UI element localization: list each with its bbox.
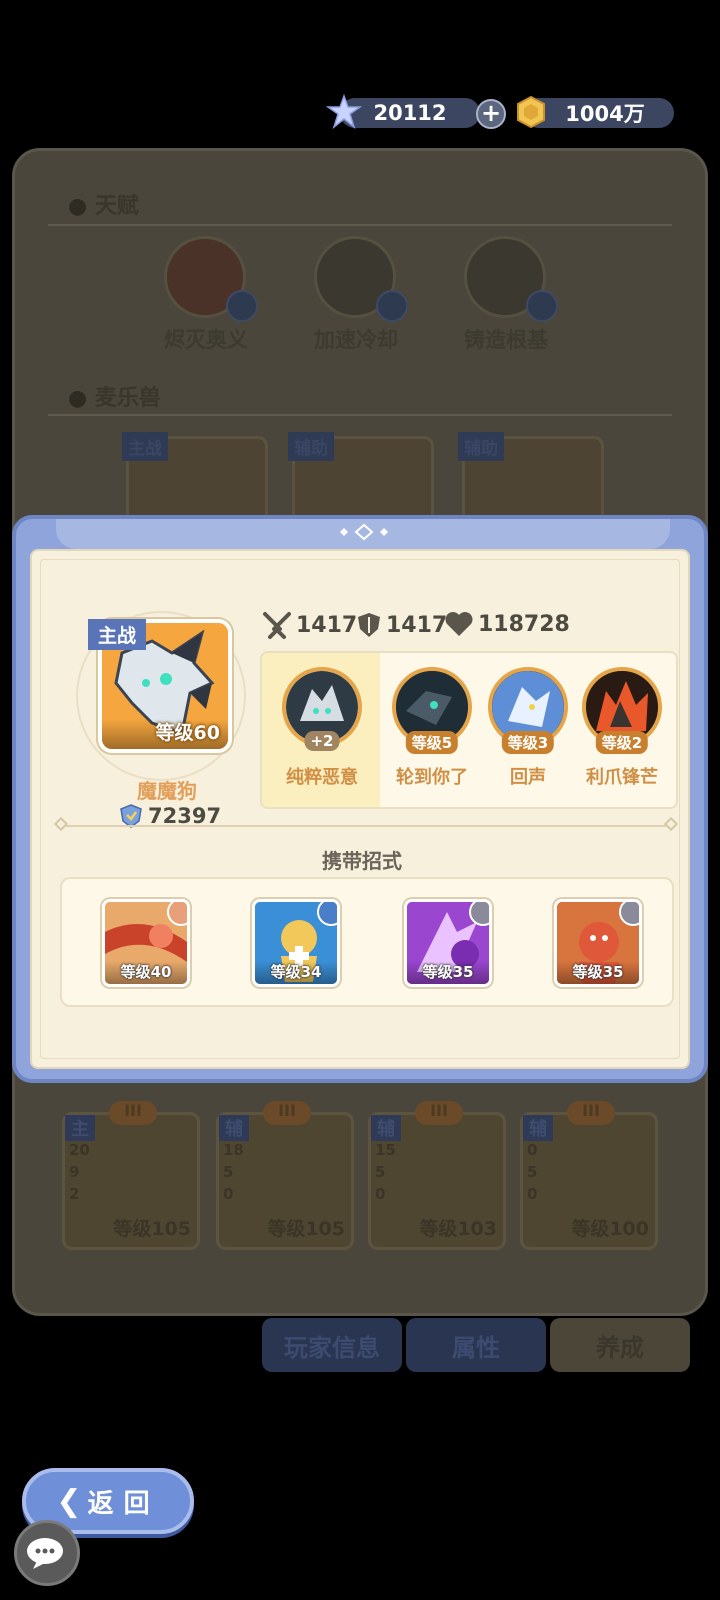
skill-panel: +2 纯粹恶意 等级5 轮到你了 等级3 回声 等级2 利爪锋芒 xyxy=(260,651,678,809)
team-card-tag: 辅 xyxy=(371,1115,401,1141)
move-2-level: 等级34 xyxy=(255,961,337,984)
team-card-rank: III xyxy=(567,1101,615,1125)
pet-level: 等级60 xyxy=(155,722,220,744)
move-1[interactable]: 等级40 xyxy=(102,899,190,987)
move-3[interactable]: 等级35 xyxy=(404,899,492,987)
team-card-tag: 辅 xyxy=(523,1115,553,1141)
talent-label-2: 加速冷却 xyxy=(314,328,398,352)
link-type-icon xyxy=(619,902,639,926)
team-card-2[interactable]: 辅 III 18 5 0 等级105 xyxy=(216,1101,354,1250)
talent-label-3: 铸造根基 xyxy=(464,328,548,352)
moves-panel: 等级40 等级34 等级35 等级35 xyxy=(60,877,674,1007)
defense-value: 1417 xyxy=(386,612,448,638)
team-card-level: 等级100 xyxy=(571,1218,649,1240)
talent-2-search-icon[interactable] xyxy=(376,290,408,322)
tab-cultivate[interactable]: 养成 xyxy=(550,1318,690,1372)
pet-detail-modal: 等级60 主战 魔魔狗 72397 1417 1417 118728 +2 纯粹… xyxy=(12,515,708,1083)
skill-1-name: 纯粹恶意 xyxy=(286,767,358,788)
pet-name: 魔魔狗 xyxy=(137,779,197,803)
attack-value: 1417 xyxy=(296,612,358,638)
heart-icon xyxy=(445,612,473,636)
beast-tag-1: 主战 xyxy=(122,432,168,461)
skill-3-name: 回声 xyxy=(510,767,546,788)
team-card-level: 等级105 xyxy=(113,1218,191,1240)
team-card-tag: 辅 xyxy=(219,1115,249,1141)
gold-amount: 1004万 xyxy=(565,102,645,126)
gold-coin-icon xyxy=(517,95,545,129)
talent-divider xyxy=(48,224,672,226)
team-card-stats: 050 xyxy=(527,1141,538,1203)
skill-3-badge: 等级3 xyxy=(501,731,555,754)
move-4-level: 等级35 xyxy=(557,961,639,984)
team-card-stats: 20 9 2 xyxy=(69,1141,90,1203)
back-arrow-icon: ❮ xyxy=(56,1483,82,1519)
skill-3[interactable]: 等级3 回声 xyxy=(478,667,578,789)
beast-tag-2: 辅助 xyxy=(288,432,334,461)
move-3-level: 等级35 xyxy=(407,961,489,984)
team-card-rank: III xyxy=(415,1101,463,1125)
skill-2-name: 轮到你了 xyxy=(396,767,468,788)
section-divider xyxy=(66,825,666,827)
moves-title: 携带招式 xyxy=(322,849,402,873)
move-1-level: 等级40 xyxy=(105,961,187,984)
modal-ornament-icon xyxy=(340,523,388,541)
skill-4-name: 利爪锋芒 xyxy=(586,767,658,788)
talent-1-search-icon[interactable] xyxy=(226,290,258,322)
attack-type-icon xyxy=(167,902,187,926)
skill-1[interactable]: +2 纯粹恶意 xyxy=(272,667,372,789)
skill-2-badge: 等级5 xyxy=(405,731,459,754)
skill-2[interactable]: 等级5 轮到你了 xyxy=(382,667,482,789)
team-card-rank: III xyxy=(263,1101,311,1125)
beast-divider xyxy=(48,414,672,416)
team-card-stats: 15 5 0 xyxy=(375,1141,396,1203)
team-card-1[interactable]: 主 III 20 9 2 等级105 xyxy=(62,1101,200,1250)
link-type-icon xyxy=(469,902,489,926)
defense-stat: 1417 xyxy=(356,611,447,639)
move-4[interactable]: 等级35 xyxy=(554,899,642,987)
shield-icon xyxy=(358,613,380,637)
skill-4-badge: 等级2 xyxy=(595,731,649,754)
modal-content: 等级60 主战 魔魔狗 72397 1417 1417 118728 +2 纯粹… xyxy=(30,549,690,1069)
team-card-level: 等级105 xyxy=(267,1218,345,1240)
crossed-swords-icon xyxy=(263,612,291,639)
skill-4[interactable]: 等级2 利爪锋芒 xyxy=(572,667,672,789)
role-tag-main: 主战 xyxy=(88,619,147,650)
attack-stat: 1417 xyxy=(262,611,357,639)
team-card-tag: 主 xyxy=(65,1115,95,1141)
tab-attributes[interactable]: 属性 xyxy=(406,1318,546,1372)
back-label: 返回 xyxy=(87,1488,160,1519)
team-card-stats: 18 5 0 xyxy=(223,1141,244,1203)
talent-label-1: 烬灭奥义 xyxy=(164,328,248,352)
defense-type-icon xyxy=(317,902,337,926)
talent-3-search-icon[interactable] xyxy=(526,290,558,322)
hp-value: 118728 xyxy=(478,611,570,637)
team-card-4[interactable]: 辅 III 050 等级100 xyxy=(520,1101,658,1250)
beast-section-title: ● 麦乐兽 xyxy=(68,386,161,411)
add-gems-button[interactable]: + xyxy=(476,99,506,129)
skill-1-badge: +2 xyxy=(304,731,340,751)
team-card-rank: III xyxy=(109,1101,157,1125)
talent-section-title: ● 天赋 xyxy=(68,194,139,219)
hp-stat: 118728 xyxy=(444,611,570,637)
tab-player-info[interactable]: 玩家信息 xyxy=(262,1318,402,1372)
gem-icon xyxy=(326,94,362,130)
chat-button[interactable] xyxy=(14,1520,80,1586)
team-card-3[interactable]: 辅 III 15 5 0 等级103 xyxy=(368,1101,506,1250)
gem-amount: 20112 xyxy=(373,101,447,125)
chat-bubble-icon xyxy=(27,1538,63,1569)
beast-tag-3: 辅助 xyxy=(458,432,504,461)
move-2[interactable]: 等级34 xyxy=(252,899,340,987)
team-card-level: 等级103 xyxy=(419,1218,497,1240)
